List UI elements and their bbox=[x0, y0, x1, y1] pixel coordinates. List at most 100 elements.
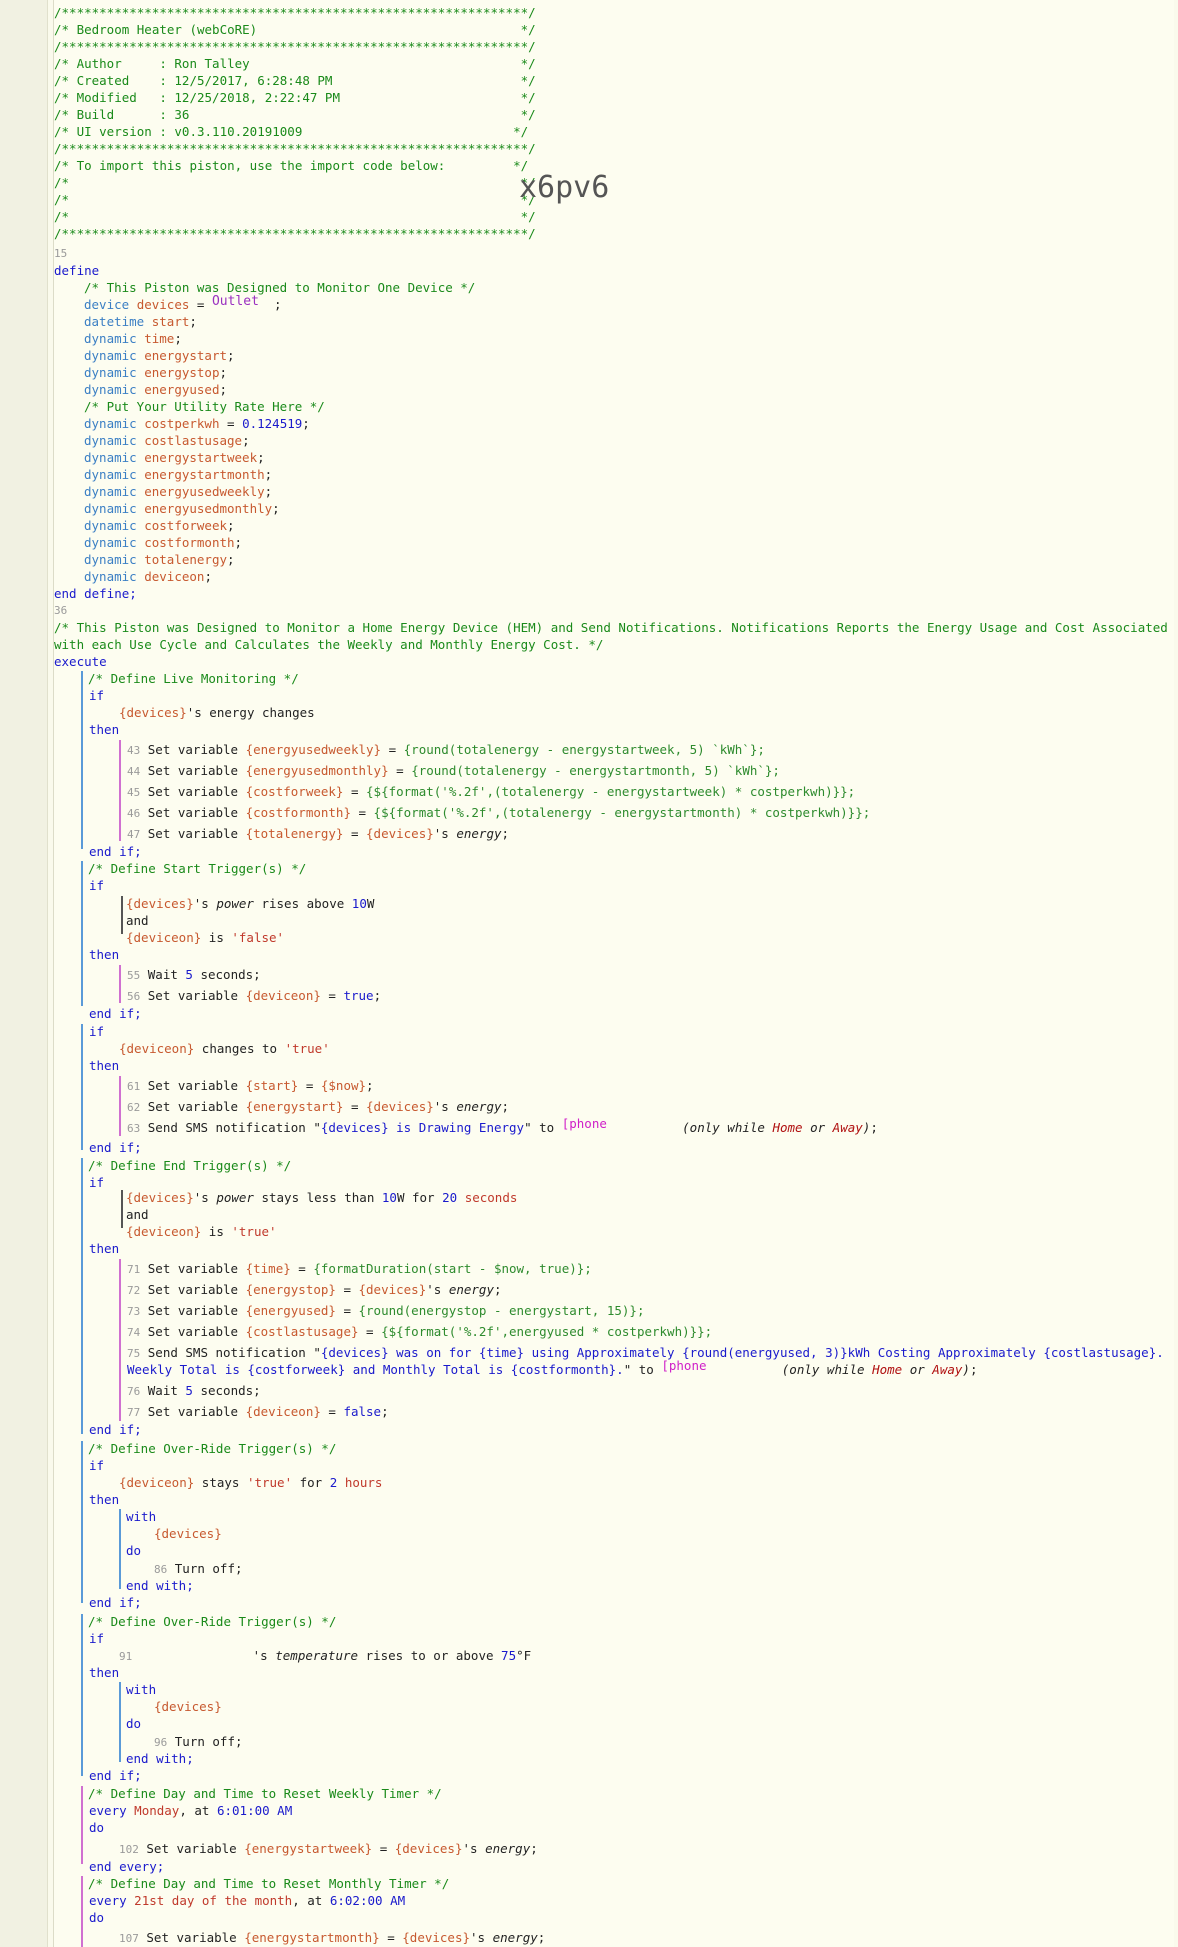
end-if[interactable]: end if; bbox=[89, 1006, 142, 1022]
and-operator[interactable]: and bbox=[126, 1207, 149, 1223]
statement-43[interactable]: 43 Set variable {energyusedweekly} = {ro… bbox=[127, 742, 765, 759]
do-keyword[interactable]: do bbox=[126, 1716, 141, 1732]
then-keyword[interactable]: then bbox=[89, 1492, 119, 1508]
variable-declaration[interactable]: dynamic energyusedmonthly; bbox=[84, 501, 280, 517]
block-comment-end: /* Define End Trigger(s) */ bbox=[88, 1158, 292, 1173]
every-weekly[interactable]: every Monday, at 6:01:00 AM bbox=[89, 1803, 292, 1819]
device-declaration[interactable]: device devices = Outlet ; bbox=[84, 294, 282, 314]
end-if[interactable]: end if; bbox=[89, 844, 142, 860]
every-monthly[interactable]: every 21st day of the month, at 6:02:00 … bbox=[89, 1893, 405, 1909]
statement-76[interactable]: 76 Wait 5 seconds; bbox=[127, 1383, 261, 1400]
condition-deviceon-true[interactable]: {deviceon} is 'true' bbox=[126, 1224, 277, 1240]
with-keyword[interactable]: with bbox=[126, 1682, 156, 1698]
variable-declaration[interactable]: dynamic time; bbox=[84, 331, 182, 347]
with-target-devices[interactable]: {devices} bbox=[154, 1526, 222, 1542]
variable-declaration[interactable]: dynamic energystop; bbox=[84, 365, 227, 381]
statement-73[interactable]: 73 Set variable {energyused} = {round(en… bbox=[127, 1303, 644, 1320]
if-block-bar bbox=[81, 1614, 83, 1776]
every-block-bar bbox=[81, 1786, 83, 1864]
statement-56[interactable]: 56 Set variable {deviceon} = true; bbox=[127, 988, 381, 1005]
variable-declaration[interactable]: dynamic energyusedweekly; bbox=[84, 484, 272, 500]
with-target-devices[interactable]: {devices} bbox=[154, 1699, 222, 1715]
do-keyword[interactable]: do bbox=[89, 1820, 104, 1836]
variable-declaration[interactable]: dynamic energystartweek; bbox=[84, 450, 265, 466]
statement-107[interactable]: 107 Set variable {energystartmonth} = {d… bbox=[119, 1930, 545, 1947]
every-block-bar bbox=[81, 1876, 83, 1947]
then-keyword[interactable]: then bbox=[89, 1665, 119, 1681]
then-keyword[interactable]: then bbox=[89, 1058, 119, 1074]
if-block-bar bbox=[81, 1158, 83, 1434]
do-keyword[interactable]: do bbox=[89, 1910, 104, 1926]
if-keyword[interactable]: if bbox=[89, 688, 104, 704]
header-blank: /* */ bbox=[54, 175, 536, 190]
define-comment: /* This Piston was Designed to Monitor O… bbox=[84, 280, 476, 295]
do-keyword[interactable]: do bbox=[126, 1543, 141, 1559]
if-keyword[interactable]: if bbox=[89, 1631, 104, 1647]
variable-declaration[interactable]: dynamic costforweek; bbox=[84, 518, 235, 534]
execute-keyword[interactable]: execute bbox=[54, 654, 107, 670]
if-keyword[interactable]: if bbox=[89, 878, 104, 894]
end-with[interactable]: end with; bbox=[126, 1751, 194, 1767]
statement-74[interactable]: 74 Set variable {costlastusage} = {${for… bbox=[127, 1324, 712, 1341]
condition-power-rises[interactable]: {devices}'s power rises above 10W bbox=[126, 896, 374, 912]
execute-comment: /* This Piston was Designed to Monitor a… bbox=[54, 620, 1168, 635]
header-border: /***************************************… bbox=[54, 226, 536, 241]
statement-61[interactable]: 61 Set variable {start} = {$now}; bbox=[127, 1078, 374, 1095]
condition-group-bar bbox=[121, 896, 123, 934]
then-keyword[interactable]: then bbox=[89, 947, 119, 963]
statement-75-cont[interactable]: Weekly Total is {costforweek} and Monthl… bbox=[127, 1358, 977, 1378]
statement-63[interactable]: 63 Send SMS notification "{devices} is D… bbox=[127, 1116, 878, 1137]
if-keyword[interactable]: if bbox=[89, 1458, 104, 1474]
statement-96[interactable]: 96 Turn off; bbox=[154, 1734, 243, 1751]
end-if[interactable]: end if; bbox=[89, 1595, 142, 1611]
and-operator[interactable]: and bbox=[126, 913, 149, 929]
block-comment-override: /* Define Over-Ride Trigger(s) */ bbox=[88, 1614, 337, 1629]
with-keyword[interactable]: with bbox=[126, 1509, 156, 1525]
variable-declaration[interactable]: dynamic energystart; bbox=[84, 348, 235, 364]
condition-power-stays[interactable]: {devices}'s power stays less than 10W fo… bbox=[126, 1190, 517, 1206]
end-if[interactable]: end if; bbox=[89, 1140, 142, 1156]
variable-declaration[interactable]: dynamic costlastusage; bbox=[84, 433, 250, 449]
statement-62[interactable]: 62 Set variable {energystart} = {devices… bbox=[127, 1099, 509, 1116]
variable-declaration[interactable]: dynamic energyused; bbox=[84, 382, 227, 398]
condition-temperature-rises[interactable]: 91 's temperature rises to or above 75°F bbox=[119, 1648, 531, 1665]
header-blank: /* */ bbox=[54, 209, 536, 224]
execute-comment-cont: with each Use Cycle and Calculates the W… bbox=[54, 637, 604, 652]
statement-77[interactable]: 77 Set variable {deviceon} = false; bbox=[127, 1404, 389, 1421]
block-comment-weekly: /* Define Day and Time to Reset Weekly T… bbox=[88, 1786, 442, 1801]
statement-75[interactable]: 75 Send SMS notification "{devices} was … bbox=[127, 1345, 1164, 1362]
header-border: /***************************************… bbox=[54, 141, 536, 156]
condition-deviceon-false[interactable]: {deviceon} is 'false' bbox=[126, 930, 284, 946]
then-keyword[interactable]: then bbox=[89, 722, 119, 738]
statement-45[interactable]: 45 Set variable {costforweek} = {${forma… bbox=[127, 784, 855, 801]
variable-declaration[interactable]: dynamic deviceon; bbox=[84, 569, 212, 585]
statement-71[interactable]: 71 Set variable {time} = {formatDuration… bbox=[127, 1261, 592, 1278]
end-with[interactable]: end with; bbox=[126, 1578, 194, 1594]
variable-declaration[interactable]: dynamic costperkwh = 0.124519; bbox=[84, 416, 310, 432]
statement-47[interactable]: 47 Set variable {totalenergy} = {devices… bbox=[127, 826, 509, 843]
if-keyword[interactable]: if bbox=[89, 1024, 104, 1040]
if-keyword[interactable]: if bbox=[89, 1175, 104, 1191]
statement-55[interactable]: 55 Wait 5 seconds; bbox=[127, 967, 261, 984]
if-block-bar bbox=[81, 1441, 83, 1603]
condition-deviceon-stays[interactable]: {deviceon} stays 'true' for 2 hours bbox=[119, 1475, 382, 1491]
end-if[interactable]: end if; bbox=[89, 1768, 142, 1784]
statement-72[interactable]: 72 Set variable {energystop} = {devices}… bbox=[127, 1282, 502, 1299]
condition-group-bar bbox=[121, 1190, 123, 1228]
define-keyword[interactable]: define bbox=[54, 263, 99, 279]
variable-declaration[interactable]: dynamic costformonth; bbox=[84, 535, 242, 551]
statement-86[interactable]: 86 Turn off; bbox=[154, 1561, 243, 1578]
condition-deviceon-changes[interactable]: {deviceon} changes to 'true' bbox=[119, 1041, 330, 1057]
statement-102[interactable]: 102 Set variable {energystartweek} = {de… bbox=[119, 1841, 538, 1858]
condition-energy-changes[interactable]: {devices}'s energy changes bbox=[119, 705, 315, 721]
variable-declaration[interactable]: dynamic totalenergy; bbox=[84, 552, 235, 568]
import-code[interactable]: x6pv6 bbox=[519, 170, 609, 206]
statement-46[interactable]: 46 Set variable {costformonth} = {${form… bbox=[127, 805, 870, 822]
end-define[interactable]: end define; bbox=[54, 586, 137, 602]
end-if[interactable]: end if; bbox=[89, 1422, 142, 1438]
then-keyword[interactable]: then bbox=[89, 1241, 119, 1257]
variable-declaration[interactable]: dynamic energystartmonth; bbox=[84, 467, 272, 483]
end-every[interactable]: end every; bbox=[89, 1859, 164, 1875]
variable-declaration[interactable]: datetime start; bbox=[84, 314, 197, 330]
statement-44[interactable]: 44 Set variable {energyusedmonthly} = {r… bbox=[127, 763, 780, 780]
